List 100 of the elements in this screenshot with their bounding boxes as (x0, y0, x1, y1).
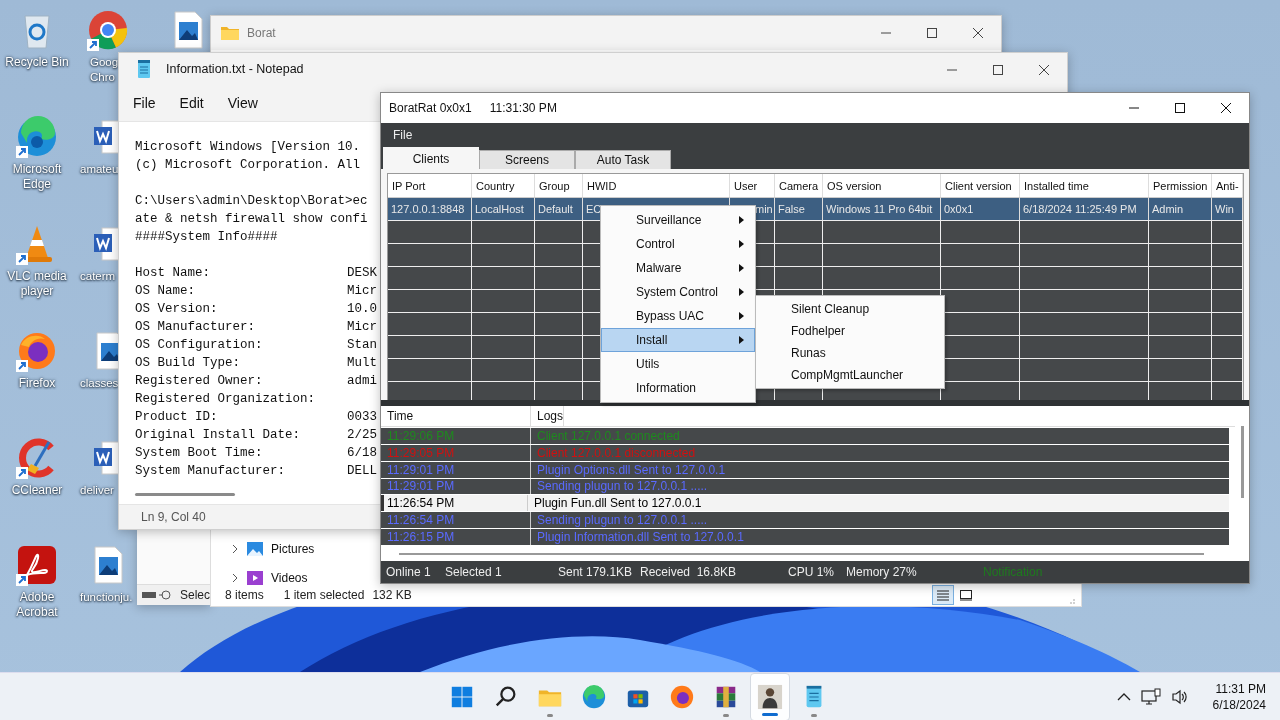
running-indicator (762, 713, 778, 716)
log-time: 11:29:06 PM (381, 427, 531, 444)
column-header[interactable]: HWID (583, 174, 730, 197)
menu-item[interactable]: File (393, 128, 413, 142)
text-line: OS Name: (135, 283, 196, 300)
column-header[interactable]: Camera (775, 174, 823, 197)
browser-icon[interactable] (581, 684, 607, 710)
status-text: Selec (179, 588, 210, 602)
log-message: Client 127.0.0.1 disconnected (536, 444, 696, 461)
text-line: Micr (347, 319, 377, 336)
log-row[interactable]: 11:26:54 PM Plugin Fun.dll Sent to 127.0.0.1 (381, 495, 1229, 512)
person-figure-icon[interactable] (757, 684, 783, 710)
status-text: Received 16.8KB (640, 565, 738, 579)
running-indicator (723, 714, 729, 717)
menu-item[interactable]: Malware (601, 256, 755, 280)
submenu-arrow-icon (739, 288, 744, 296)
chevron-icon[interactable] (231, 543, 239, 554)
scrollbar-thumb[interactable] (399, 553, 1204, 556)
log-time: 11:29:01 PM (381, 478, 531, 495)
column-header[interactable]: OS version (823, 174, 941, 197)
text-line: OS Configuration: (135, 337, 264, 354)
notification-text: Notification (983, 565, 1043, 579)
table-cell: 0x0x1 (941, 198, 1020, 220)
submenu-arrow-icon (739, 216, 744, 224)
text-line: admi (347, 373, 377, 390)
log-time: 11:26:54 PM (384, 495, 528, 512)
menu-item[interactable]: Edit (179, 95, 204, 111)
maximize-icon (1174, 102, 1186, 114)
column-header[interactable]: User (730, 174, 775, 197)
column-header[interactable]: Country (472, 174, 535, 197)
text-line: OS Build Type: (135, 355, 242, 372)
text-line: Product ID: (135, 409, 219, 426)
log-message: Sending plugun to 127.0.0.1 ..... (536, 478, 708, 495)
text-line: Micr (347, 283, 377, 300)
maximize-icon (992, 64, 1004, 76)
text-line: Microsoft Windows [Version 10. (135, 139, 361, 156)
browser-icon[interactable] (669, 684, 695, 710)
text-line: System Boot Time: (135, 445, 264, 462)
column-header[interactable]: Permission (1149, 174, 1212, 197)
menu-item[interactable]: Silent Cleanup (756, 298, 944, 320)
close-icon (1038, 64, 1050, 76)
table-cell: Windows 11 Pro 64bit (823, 198, 941, 220)
menu-item[interactable]: File (133, 95, 156, 111)
menu-item[interactable]: View (227, 95, 258, 111)
menu-item[interactable]: Information (601, 376, 755, 400)
status-text: 132 KB (372, 588, 412, 602)
clock-date[interactable]: 6/18/2024 (1212, 697, 1266, 713)
text-line: 0033 (347, 409, 377, 426)
menu-item[interactable]: Bypass UAC (601, 304, 755, 328)
menu-item[interactable]: Control (601, 232, 755, 256)
menu-item[interactable]: Utils (601, 352, 755, 376)
status-text: Memory 27% (846, 565, 918, 579)
resize-grip-icon[interactable] (1067, 596, 1075, 604)
log-message: Sending plugun to 127.0.0.1 ..... (536, 512, 708, 529)
list-icon (936, 589, 950, 601)
menu-item[interactable]: System Control (601, 280, 755, 304)
volume-icon[interactable] (1170, 689, 1189, 705)
pdf-icon[interactable] (15, 543, 59, 587)
scrollbar-thumb[interactable] (135, 493, 235, 496)
menu-item[interactable]: Fodhelper (756, 320, 944, 342)
log-message: Plugin Fun.dll Sent to 127.0.0.1 (533, 495, 702, 512)
column-header[interactable]: IP Port (388, 174, 472, 197)
menu-item[interactable]: Install (601, 328, 755, 352)
windows-logo-icon (449, 684, 475, 710)
tab[interactable]: Clients (383, 147, 479, 169)
submenu-arrow-icon (739, 240, 744, 248)
tab[interactable]: Screens (479, 150, 575, 169)
nav-item[interactable]: Videos (271, 571, 308, 586)
window-title: BoratRat 0x0x1 (389, 101, 472, 115)
chevron-icon[interactable] (231, 573, 239, 584)
column-header[interactable]: Installed time (1020, 174, 1149, 197)
chevron-up-icon[interactable] (1116, 692, 1131, 702)
network-icon[interactable] (1140, 688, 1161, 706)
text-line: Registered Owner: (135, 373, 264, 390)
text-line: System Manufacturer: (135, 463, 287, 480)
text-line: 10.0 (347, 301, 377, 318)
text-line: Original Install Date: (135, 427, 302, 444)
status-text: Sent 179.1KB (558, 565, 634, 579)
status-text: Ln 9, Col 40 (141, 510, 206, 524)
browser-icon[interactable] (86, 8, 130, 52)
window-title: Information.txt - Notepad (166, 62, 304, 76)
column-header[interactable]: Group (535, 174, 583, 197)
clock-time[interactable]: 11:31 PM (1215, 681, 1266, 697)
tile-icon (959, 589, 973, 601)
scrollbar-thumb[interactable] (1240, 426, 1244, 498)
table-cell: 6/18/2024 11:25:49 PM (1020, 198, 1149, 220)
menu-item[interactable]: CompMgmtLauncher (756, 364, 944, 386)
log-time: 11:26:15 PM (381, 529, 531, 546)
text-line: Registered Organization: (135, 391, 317, 408)
start-button[interactable] (449, 684, 475, 710)
browser-icon[interactable] (15, 115, 59, 159)
column-header[interactable]: Anti- (1212, 174, 1243, 197)
tab[interactable]: Auto Task (575, 150, 671, 169)
column-header[interactable]: Logs (531, 406, 565, 426)
running-indicator (811, 714, 817, 717)
column-header[interactable]: Client version (941, 174, 1020, 197)
menu-item[interactable]: Runas (756, 342, 944, 364)
submenu-arrow-icon (739, 264, 744, 272)
nav-item[interactable]: Pictures (271, 541, 315, 556)
column-header[interactable]: Time (381, 406, 531, 426)
